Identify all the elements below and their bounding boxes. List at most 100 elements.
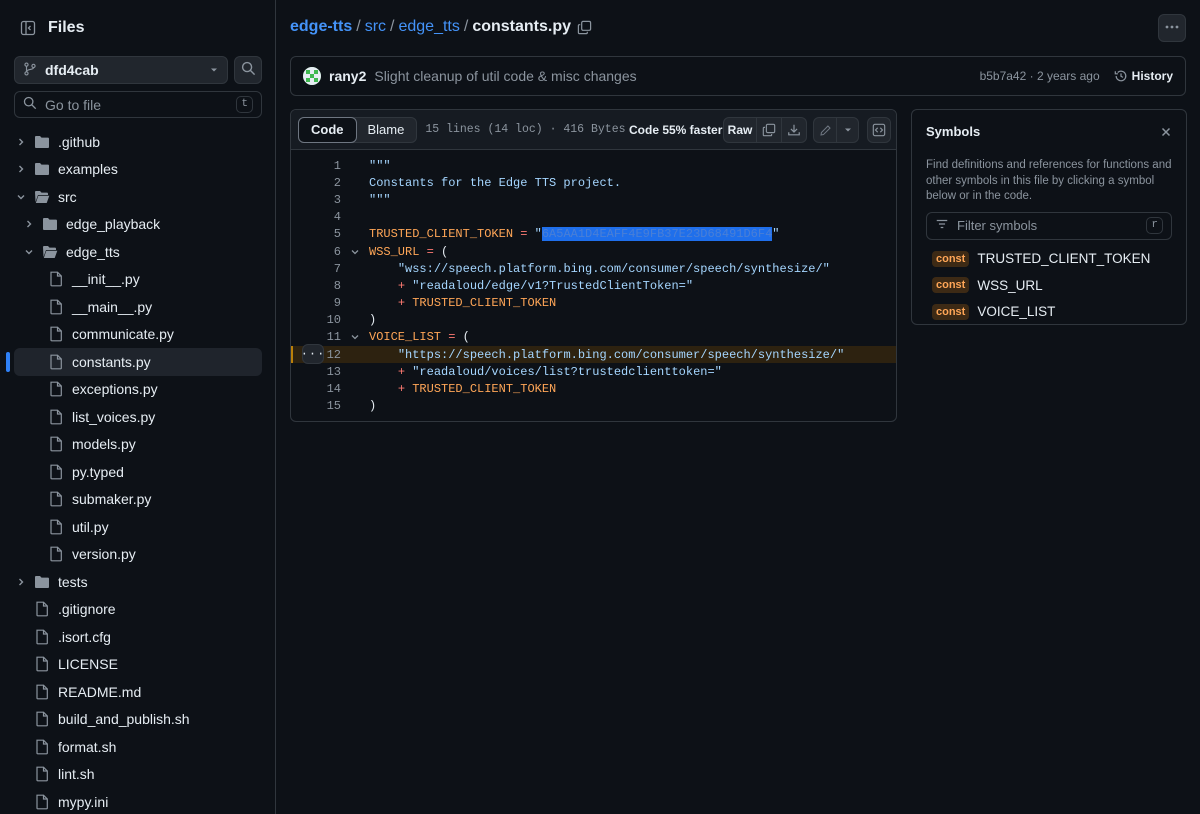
tree-file-item[interactable]: lint.sh xyxy=(0,761,276,789)
copy-raw-button[interactable] xyxy=(757,117,782,143)
code-line[interactable]: 1 """ xyxy=(291,157,896,174)
code-line[interactable]: 3 """ xyxy=(291,191,896,208)
tree-file-item[interactable]: communicate.py xyxy=(0,321,276,349)
symbol-item[interactable]: const VOICE_LIST xyxy=(926,299,1172,326)
tree-folder-item[interactable]: edge_tts xyxy=(0,238,276,266)
fold-chevron-icon[interactable] xyxy=(341,332,369,342)
tree-file-item[interactable]: exceptions.py xyxy=(0,376,276,404)
tree-file-item[interactable]: version.py xyxy=(0,541,276,569)
line-number[interactable]: 15 xyxy=(291,399,341,413)
chevron-right-icon[interactable] xyxy=(15,136,27,148)
line-number[interactable]: 6 xyxy=(291,245,341,259)
tree-file-item[interactable]: .isort.cfg xyxy=(0,623,276,651)
line-number[interactable]: 7 xyxy=(291,262,341,276)
fold-chevron-icon[interactable] xyxy=(341,247,369,257)
more-options-button[interactable] xyxy=(1158,14,1186,42)
avatar[interactable] xyxy=(303,67,321,85)
edit-dropdown-button[interactable] xyxy=(837,117,859,143)
tree-file-item[interactable]: constants.py xyxy=(0,348,276,376)
symbol-kind-badge: const xyxy=(932,303,970,320)
line-number[interactable]: 2 xyxy=(291,176,341,190)
tree-file-item[interactable]: mypy.ini xyxy=(0,788,276,814)
line-number[interactable]: 9 xyxy=(291,296,341,310)
line-number[interactable]: 8 xyxy=(291,279,341,293)
code-line[interactable]: 5 TRUSTED_CLIENT_TOKEN = "6A5AA1D4EAFF4E9… xyxy=(291,226,896,243)
tree-file-item[interactable]: build_and_publish.sh xyxy=(0,706,276,734)
line-number[interactable]: 5 xyxy=(291,227,341,241)
line-number[interactable]: 4 xyxy=(291,210,341,224)
tree-file-item[interactable]: .gitignore xyxy=(0,596,276,624)
code-line[interactable]: 7 "wss://speech.platform.bing.com/consum… xyxy=(291,260,896,277)
code-line[interactable]: 13 + "readaloud/voices/list?trustedclien… xyxy=(291,363,896,380)
code-line[interactable]: ··· 12 "https://speech.platform.bing.com/… xyxy=(291,344,896,365)
commit-meta[interactable]: b5b7a42 · 2 years ago xyxy=(980,69,1100,83)
tree-file-item[interactable]: __main__.py xyxy=(0,293,276,321)
code-line[interactable]: 14 + TRUSTED_CLIENT_TOKEN xyxy=(291,380,896,397)
line-number[interactable]: 3 xyxy=(291,193,341,207)
chevron-right-icon[interactable] xyxy=(15,576,27,588)
code-line[interactable]: 9 + TRUSTED_CLIENT_TOKEN xyxy=(291,295,896,312)
download-button[interactable] xyxy=(782,117,807,143)
tree-file-item[interactable]: format.sh xyxy=(0,733,276,761)
tree-folder-item[interactable]: tests xyxy=(0,568,276,596)
tree-file-item[interactable]: list_voices.py xyxy=(0,403,276,431)
tab-blame[interactable]: Blame xyxy=(356,118,417,142)
go-to-file-field[interactable]: t xyxy=(14,91,262,118)
breadcrumb-repo-link[interactable]: edge-tts xyxy=(290,18,352,36)
sidebar-collapse-icon[interactable] xyxy=(14,14,42,42)
filter-symbols-input[interactable] xyxy=(957,218,1147,233)
code-toolbar: Code Blame 15 lines (14 loc) · 416 Bytes… xyxy=(291,110,896,150)
code-line[interactable]: 8 + "readaloud/edge/v1?TrustedClientToke… xyxy=(291,277,896,294)
commit-author-link[interactable]: rany2 xyxy=(329,68,366,84)
code-line[interactable]: 4 xyxy=(291,209,896,226)
history-button[interactable]: History xyxy=(1114,69,1173,83)
chevron-right-icon[interactable] xyxy=(15,163,27,175)
close-icon[interactable] xyxy=(1160,125,1172,141)
breadcrumb-src-link[interactable]: src xyxy=(365,18,386,36)
symbol-item[interactable]: const WSS_URL xyxy=(926,272,1172,299)
tree-file-item[interactable]: py.typed xyxy=(0,458,276,486)
tab-code[interactable]: Code xyxy=(298,116,357,143)
filter-symbols-field[interactable]: r xyxy=(926,211,1172,240)
copy-path-icon[interactable] xyxy=(577,20,592,35)
branch-selector[interactable]: dfd4cab xyxy=(14,56,228,84)
code-line[interactable]: 11 VOICE_LIST = ( xyxy=(291,329,896,346)
code-line[interactable]: 6 WSS_URL = ( xyxy=(291,243,896,260)
symbol-kind-badge: const xyxy=(932,250,970,267)
tree-folder-item[interactable]: edge_playback xyxy=(0,211,276,239)
code-line[interactable]: 2 Constants for the Edge TTS project. xyxy=(291,174,896,191)
tree-file-item[interactable]: LICENSE xyxy=(0,651,276,679)
line-number[interactable]: 13 xyxy=(291,365,341,379)
tree-item-label: .gitignore xyxy=(58,601,116,618)
line-number[interactable]: 14 xyxy=(291,382,341,396)
tree-file-item[interactable]: __init__.py xyxy=(0,266,276,294)
go-to-file-input[interactable] xyxy=(45,96,237,113)
symbols-panel: Symbols Find definitions and references … xyxy=(911,109,1187,325)
code-line[interactable]: 15) xyxy=(291,398,896,415)
chevron-right-icon[interactable] xyxy=(23,218,35,230)
code-lines[interactable]: 1 """ 2 Constants for the Edge TTS project.… xyxy=(291,150,896,415)
search-files-button[interactable] xyxy=(234,56,262,84)
line-number[interactable]: 10 xyxy=(291,313,341,327)
breadcrumb-edge-tts-link[interactable]: edge_tts xyxy=(398,18,459,36)
line-number[interactable]: 1 xyxy=(291,159,341,173)
chevron-down-icon[interactable] xyxy=(23,246,35,258)
tree-folder-item[interactable]: examples xyxy=(0,156,276,184)
symbols-panel-toggle[interactable] xyxy=(867,117,891,143)
edit-button[interactable] xyxy=(813,117,837,143)
tree-file-item[interactable]: util.py xyxy=(0,513,276,541)
copilot-promo[interactable]: Code 55% faster with GitHub Copilot xyxy=(625,122,725,137)
tree-folder-item[interactable]: .github xyxy=(0,128,276,156)
tree-folder-item[interactable]: src xyxy=(0,183,276,211)
tree-file-item[interactable]: README.md xyxy=(0,678,276,706)
tree-item-label: format.sh xyxy=(58,738,117,755)
raw-button[interactable]: Raw xyxy=(723,117,757,143)
tree-file-item[interactable]: models.py xyxy=(0,431,276,459)
tree-file-item[interactable]: submaker.py xyxy=(0,486,276,514)
commit-message-link[interactable]: Slight cleanup of util code & misc chang… xyxy=(374,68,636,84)
line-number[interactable]: 11 xyxy=(291,330,341,344)
symbol-item[interactable]: const TRUSTED_CLIENT_TOKEN xyxy=(926,246,1172,273)
line-options-button[interactable]: ··· xyxy=(301,344,324,365)
chevron-down-icon[interactable] xyxy=(15,191,27,203)
code-line[interactable]: 10) xyxy=(291,312,896,329)
